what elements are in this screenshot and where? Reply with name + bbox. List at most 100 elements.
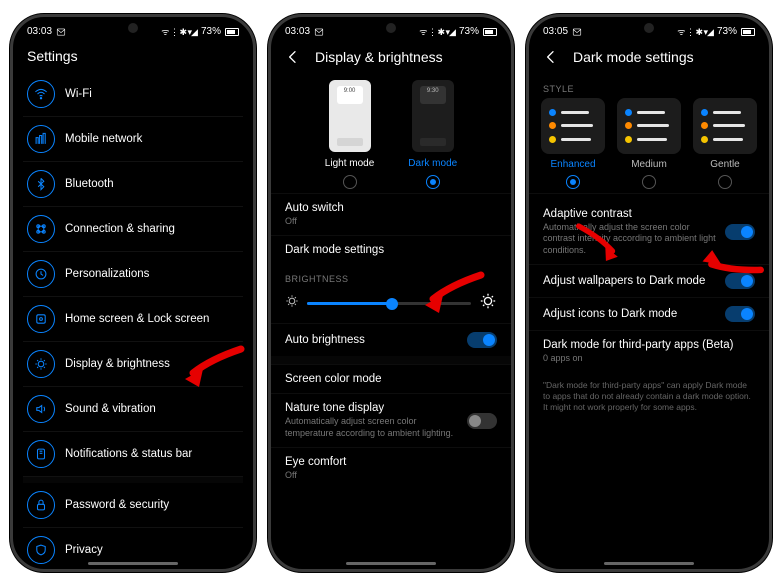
gmail-icon bbox=[314, 27, 324, 37]
light-mode-option[interactable]: 9:00 Light mode bbox=[325, 80, 374, 189]
row-value: Off bbox=[285, 470, 346, 481]
brightness-slider[interactable] bbox=[271, 288, 511, 323]
row-bluetooth[interactable]: Bluetooth bbox=[23, 162, 243, 207]
phone-display-brightness: 03:03 ᯤ ⋮ ✱ ▾◢ 73% Display & brightness … bbox=[268, 14, 514, 572]
dark-mode-option[interactable]: 9:30 Dark mode bbox=[408, 80, 457, 189]
row-personalizations[interactable]: Personalizations bbox=[23, 252, 243, 297]
section-style: STYLE bbox=[529, 74, 769, 98]
mode-label: Light mode bbox=[325, 158, 374, 169]
row-home-lock[interactable]: Home screen & Lock screen bbox=[23, 297, 243, 342]
personal-icon bbox=[27, 260, 55, 288]
home-icon bbox=[27, 305, 55, 333]
page-title: Settings bbox=[27, 48, 78, 64]
toggle-on[interactable] bbox=[725, 273, 755, 289]
row-screen-color-mode[interactable]: Screen color mode bbox=[271, 364, 511, 393]
toggle-on[interactable] bbox=[467, 332, 497, 348]
battery-icon bbox=[483, 28, 497, 36]
style-card bbox=[541, 98, 605, 154]
phone-settings: 03:03 ᯤ ⋮ ✱ ▾◢ 73% Settings Wi-Fi Mobile… bbox=[10, 14, 256, 572]
status-time: 03:03 bbox=[285, 26, 310, 37]
style-enhanced[interactable]: Enhanced bbox=[541, 98, 605, 189]
back-button[interactable] bbox=[285, 48, 303, 66]
row-label: Adjust wallpapers to Dark mode bbox=[543, 275, 705, 287]
radio-on[interactable] bbox=[426, 175, 440, 189]
slider-track[interactable] bbox=[307, 302, 471, 305]
slider-thumb[interactable] bbox=[386, 298, 398, 310]
status-icons: ᯤ ⋮ ✱ ▾◢ bbox=[419, 25, 455, 38]
slider-fill bbox=[307, 302, 392, 305]
style-label: Gentle bbox=[710, 159, 739, 170]
mobile-icon bbox=[27, 125, 55, 153]
row-label: Wi-Fi bbox=[65, 88, 239, 100]
row-label: Auto switch bbox=[285, 202, 344, 214]
row-eye-comfort[interactable]: Eye comfort Off bbox=[271, 447, 511, 489]
row-wifi[interactable]: Wi-Fi bbox=[23, 72, 243, 117]
home-indicator[interactable] bbox=[604, 562, 694, 565]
section-brightness: BRIGHTNESS bbox=[271, 264, 511, 288]
home-indicator[interactable] bbox=[346, 562, 436, 565]
row-nature-tone[interactable]: Nature tone display Automatically adjust… bbox=[271, 393, 511, 447]
style-medium[interactable]: Medium bbox=[617, 98, 681, 189]
radio-off[interactable] bbox=[718, 175, 732, 189]
camera-notch bbox=[644, 23, 654, 33]
row-adjust-icons[interactable]: Adjust icons to Dark mode bbox=[529, 297, 769, 330]
back-button[interactable] bbox=[543, 48, 561, 66]
row-label: Dark mode for third-party apps (Beta) bbox=[543, 339, 733, 351]
row-privacy[interactable]: Privacy bbox=[23, 528, 243, 572]
toggle-off[interactable] bbox=[467, 413, 497, 429]
wifi-icon bbox=[27, 80, 55, 108]
row-auto-switch[interactable]: Auto switch Off bbox=[271, 193, 511, 235]
home-indicator[interactable] bbox=[88, 562, 178, 565]
brightness-low-icon bbox=[285, 294, 299, 313]
gmail-icon bbox=[572, 27, 582, 37]
toggle-on[interactable] bbox=[725, 224, 755, 240]
row-sound-vibration[interactable]: Sound & vibration bbox=[23, 387, 243, 432]
row-dark-mode-settings[interactable]: Dark mode settings bbox=[271, 235, 511, 264]
toggle-on[interactable] bbox=[725, 306, 755, 322]
row-label: Notifications & status bar bbox=[65, 448, 239, 460]
lock-icon bbox=[27, 491, 55, 519]
status-icons: ᯤ ⋮ ✱ ▾◢ bbox=[161, 25, 197, 38]
status-right: ᯤ ⋮ ✱ ▾◢ 73% bbox=[161, 25, 239, 38]
page-title: Dark mode settings bbox=[573, 49, 694, 65]
row-password-security[interactable]: Password & security bbox=[23, 477, 243, 528]
style-card bbox=[617, 98, 681, 154]
footer-note: "Dark mode for third-party apps" can app… bbox=[529, 372, 769, 421]
status-right: ᯤ ⋮ ✱ ▾◢ 73% bbox=[677, 25, 755, 38]
row-auto-brightness[interactable]: Auto brightness bbox=[271, 323, 511, 356]
preview-time: 9:00 bbox=[329, 88, 371, 94]
row-connection-sharing[interactable]: Connection & sharing bbox=[23, 207, 243, 252]
settings-list: Wi-Fi Mobile network Bluetooth Connectio… bbox=[13, 72, 253, 572]
row-label: Personalizations bbox=[65, 268, 239, 280]
mode-label: Dark mode bbox=[408, 158, 457, 169]
preview-time: 9:30 bbox=[412, 88, 454, 94]
phone-dark-mode-settings: 03:05 ᯤ ⋮ ✱ ▾◢ 73% Dark mode settings ST… bbox=[526, 14, 772, 572]
dark-preview: 9:30 bbox=[412, 80, 454, 152]
row-display-brightness[interactable]: Display & brightness bbox=[23, 342, 243, 387]
status-icons: ᯤ ⋮ ✱ ▾◢ bbox=[677, 25, 713, 38]
row-adaptive-contrast[interactable]: Adaptive contrast Automatically adjust t… bbox=[529, 193, 769, 264]
share-icon bbox=[27, 215, 55, 243]
row-notifications[interactable]: Notifications & status bar bbox=[23, 432, 243, 477]
mode-previews: 9:00 Light mode 9:30 Dark mode bbox=[271, 74, 511, 193]
radio-off[interactable] bbox=[343, 175, 357, 189]
row-label: Adaptive contrast bbox=[543, 208, 717, 220]
row-label: Sound & vibration bbox=[65, 403, 239, 415]
style-options: Enhanced Medium Gentle bbox=[529, 98, 769, 193]
row-mobile-network[interactable]: Mobile network bbox=[23, 117, 243, 162]
battery-text: 73% bbox=[201, 26, 221, 37]
notif-icon bbox=[27, 440, 55, 468]
row-third-party[interactable]: Dark mode for third-party apps (Beta) 0 … bbox=[529, 330, 769, 372]
radio-off[interactable] bbox=[642, 175, 656, 189]
privacy-icon bbox=[27, 536, 55, 564]
row-label: Eye comfort bbox=[285, 456, 346, 468]
radio-on[interactable] bbox=[566, 175, 580, 189]
status-time: 03:03 bbox=[27, 26, 52, 37]
row-label: Display & brightness bbox=[65, 358, 239, 370]
style-label: Enhanced bbox=[550, 159, 595, 170]
page-title: Display & brightness bbox=[315, 49, 443, 65]
style-gentle[interactable]: Gentle bbox=[693, 98, 757, 189]
header: Dark mode settings bbox=[529, 42, 769, 74]
style-card bbox=[693, 98, 757, 154]
row-adjust-wallpapers[interactable]: Adjust wallpapers to Dark mode bbox=[529, 264, 769, 297]
